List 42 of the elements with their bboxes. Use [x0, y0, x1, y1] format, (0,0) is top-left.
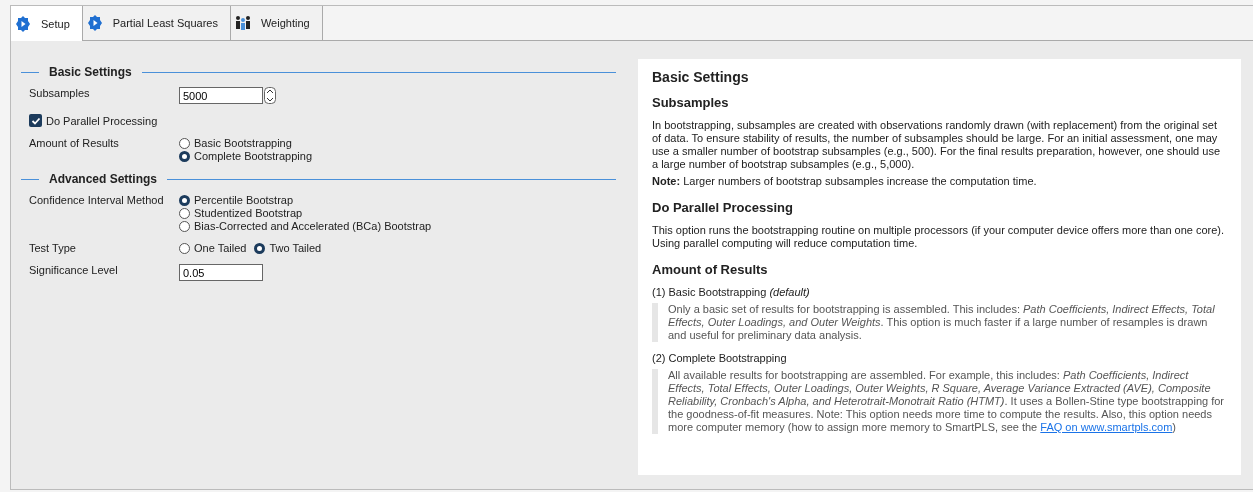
field-label: Subsamples: [29, 87, 91, 101]
radio-label[interactable]: One Tailed: [194, 242, 247, 254]
text-field[interactable]: 0.05: [179, 264, 263, 281]
radio-button[interactable]: [254, 242, 266, 254]
help-title: Basic Settings: [652, 69, 750, 85]
radio-label[interactable]: Percentile Bootstrap: [194, 194, 294, 206]
help-paragraph: This option runs the bootstrapping routine on multiple processors (if your computer device offers more than one core). Using parallel computing will reduce computation time.: [652, 224, 1226, 250]
section-heading: Basic Settings: [49, 65, 132, 79]
help-paragraph: Note: Larger numbers of bootstrap subsamples increase the computation time.: [652, 175, 1038, 188]
field-label: Confidence Interval Method: [29, 194, 165, 208]
radio-button[interactable]: [179, 194, 190, 206]
radio-label[interactable]: Studentized Bootstrap: [194, 207, 303, 219]
subsamples-field[interactable]: 5000: [179, 87, 263, 104]
radio-button[interactable]: [179, 150, 190, 162]
radio-label[interactable]: Two Tailed: [269, 242, 322, 254]
faq-link[interactable]: FAQ on www.smartpls.com: [1040, 421, 1173, 433]
option-title: (1) Basic Bootstrapping (default): [652, 286, 811, 299]
stepper-icon[interactable]: [264, 87, 276, 104]
checkbox[interactable]: [29, 114, 42, 127]
option-title: (2) Complete Bootstrapping: [652, 352, 788, 365]
checkbox-label[interactable]: Do Parallel Processing: [46, 114, 158, 127]
tab[interactable]: Setup: [11, 6, 83, 41]
gear-icon: [86, 15, 103, 31]
help-heading: Do Parallel Processing: [652, 200, 794, 215]
help-heading: Subsamples: [652, 95, 730, 110]
radio-button[interactable]: [179, 137, 190, 149]
option-description: Only a basic set of results for bootstrapping is assembled. This includes: Path Coefficients, Indirect Effects, Total Effects, Outer Loadings, and Outer Weights. This option is much faster if a large number of resamples is drawn and useful for preliminary data analysis.: [668, 303, 1216, 342]
help-paragraph: In bootstrapping, subsamples are created with observations randomly drawn (with replacement) from the original set of data. To ensure stability of results, the number of subsamples should be large. For an initial assessment, one may use a smaller number of bootstrap subsamples (e.g., 500). For the final results preparation, however, one should use a large number of bootstrap subsamples (e.g., 5,000).: [652, 119, 1222, 171]
radio-button[interactable]: [179, 207, 190, 219]
radio-label[interactable]: Complete Bootstrapping: [194, 150, 312, 162]
gear-icon: [15, 15, 31, 32]
people-icon: [234, 15, 251, 31]
radio-label[interactable]: Basic Bootstrapping: [194, 137, 292, 149]
help-heading: Amount of Results: [652, 262, 769, 277]
radio-button[interactable]: [179, 220, 190, 232]
option-description: All available results for bootstrapping are assembled. For example, this includes: Path Coefficients, Indirect Effects, Total Effects, Outer Loadings, Outer Weights, R Square, Average Variance Extracted (AVE), Composite Reliability, Cronbach's Alpha, and Heterotrait-Monotrait Ratio (HTMT). It uses a Bollen-Stine type bootstrapping for the goodness-of-fit measures. Note: This option needs more time to compute the results. Also, this option needs more computer memory (how to assign more memory to SmartPLS, see the FAQ on www.smartpls.com): [668, 369, 1226, 434]
radio-label[interactable]: Bias-Corrected and Accelerated (BCa) Bootstrap: [194, 220, 432, 232]
field-label: Amount of Results: [29, 137, 120, 151]
field-label: Significance Level: [29, 264, 119, 278]
radio-button[interactable]: [179, 242, 190, 254]
section-heading: Advanced Settings: [49, 172, 158, 186]
field-label: Test Type: [29, 242, 77, 254]
